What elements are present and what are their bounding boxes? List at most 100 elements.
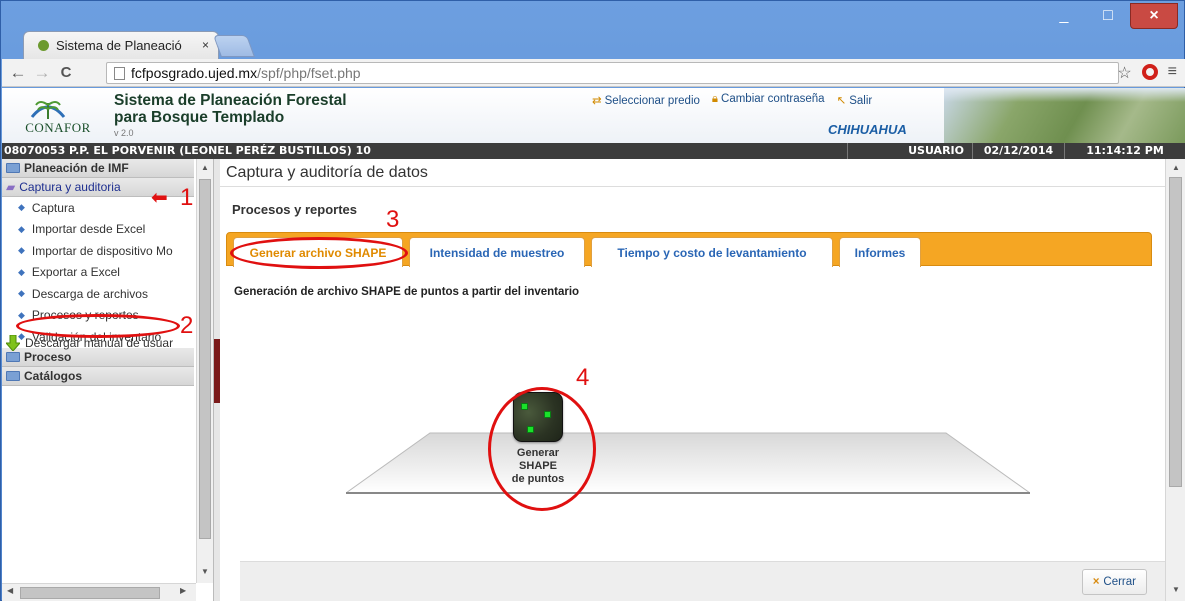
folder-icon (6, 370, 20, 381)
user-label: USUARIO (847, 143, 972, 159)
maximize-button[interactable]: □ (1086, 3, 1130, 29)
tree-logo-icon (30, 101, 66, 119)
sidebar-item-importar-excel[interactable]: ◆ Importar desde Excel (2, 219, 194, 241)
conafor-logo: CONAFOR (10, 93, 106, 139)
icon-stage-platform (346, 432, 1030, 494)
annotation-ring-tab (230, 237, 408, 269)
select-predio-label: Seleccionar predio (604, 95, 700, 107)
url-path: /spf/php/fset.php (257, 65, 361, 81)
scroll-up-icon[interactable]: ▲ (201, 163, 209, 172)
time-label: 11:14:12 PM (1064, 143, 1185, 159)
dialog-footer: × Cerrar (240, 561, 1165, 601)
sidebar-item-label: Importar desde Excel (31, 222, 146, 237)
logout-label: Salir (849, 95, 873, 107)
new-tab-button[interactable] (212, 35, 256, 57)
sidebar-item-label: Descarga de archivos (31, 286, 148, 301)
annotation-ring-procesos (16, 314, 180, 338)
annotation-number-1: 1 (180, 184, 194, 211)
exit-icon: ↖ (836, 95, 847, 107)
annotation-number-2: 2 (180, 312, 194, 339)
title-bar: Sistema de Planeació × _ □ × (1, 1, 1184, 59)
window-controls: _ □ × (1042, 3, 1178, 29)
bullet-icon: ◆ (18, 202, 25, 213)
logout-link[interactable]: ↖ Salir (837, 93, 873, 107)
browser-toolbar: ← → C fcfposgrado.ujed.mx /spf/php/fset.… (2, 59, 1185, 87)
sidebar-item-label: Importar de dispositivo Mo (31, 243, 173, 258)
sidebar-group-label: Proceso (24, 349, 72, 364)
download-arrow-icon (6, 335, 20, 351)
scroll-down-icon[interactable]: ▼ (201, 567, 209, 576)
bullet-icon: ◆ (18, 223, 25, 234)
scroll-right-icon[interactable]: ▶ (180, 586, 186, 595)
tab-intensidad-muestreo[interactable]: Intensidad de muestreo (409, 237, 585, 267)
sidebar-item-label: Exportar a Excel (31, 265, 120, 280)
window-close-button[interactable]: × (1130, 3, 1178, 29)
download-manual-label: Descargar manual de usuar (25, 336, 174, 350)
state-label: CHIHUAHUA (828, 122, 907, 137)
close-x-icon: × (1092, 576, 1100, 588)
close-button-label: Cerrar (1103, 576, 1136, 588)
title-divider (220, 186, 1165, 187)
tab-title: Sistema de Planeació (56, 38, 182, 53)
section-title: Procesos y reportes (232, 202, 358, 217)
scrollbar-thumb[interactable] (20, 587, 160, 599)
scrollbar-thumb[interactable] (1169, 177, 1182, 487)
sidebar-group-planeacion[interactable]: Planeación de IMF (2, 159, 194, 178)
sidebar-vertical-scrollbar[interactable]: ▲ ▼ (196, 159, 213, 583)
opera-extension-icon[interactable] (1141, 64, 1158, 80)
sidebar-group-label: Catálogos (24, 368, 83, 383)
change-password-link[interactable]: 🔒︎ Cambiar contraseña (712, 93, 825, 107)
date-label: 02/12/2014 (972, 143, 1064, 159)
folder-icon (6, 351, 20, 362)
bullet-icon: ◆ (18, 288, 25, 299)
main-vertical-scrollbar[interactable]: ▲ ▼ (1165, 159, 1185, 601)
toolbar-right: ☆ ≡ (1117, 63, 1177, 83)
annotation-number-3: 3 (386, 206, 400, 233)
menu-icon[interactable]: ≡ (1168, 63, 1177, 83)
close-button[interactable]: × Cerrar (1081, 569, 1147, 595)
system-title-line1: Sistema de Planeación Forestal (114, 92, 347, 109)
bullet-icon: ◆ (18, 245, 25, 256)
sidebar: Planeación de IMF ▰ Captura y auditoria … (2, 159, 214, 601)
predio-label: 08070053 P.P. EL PORVENIR (LEONEL PERÉZ … (4, 144, 371, 157)
page-icon (114, 67, 125, 80)
sidebar-group-catalogos[interactable]: Catálogos (2, 366, 194, 386)
scroll-up-icon[interactable]: ▲ (1172, 163, 1180, 172)
sidebar-item-label: Captura (31, 200, 75, 215)
bookmark-star-icon[interactable]: ☆ (1117, 63, 1131, 83)
lock-icon: 🔒︎ (711, 93, 719, 105)
sidebar-item-exportar-excel[interactable]: ◆ Exportar a Excel (2, 262, 194, 284)
minimize-button[interactable]: _ (1042, 3, 1086, 29)
banner-sky (944, 88, 1185, 102)
back-arrow-icon[interactable]: ← (6, 63, 30, 83)
tab-tiempo-costo[interactable]: Tiempo y costo de levantamiento (591, 237, 833, 267)
tab-description: Generación de archivo SHAPE de puntos a … (234, 286, 580, 298)
forward-arrow-icon[interactable]: → (30, 63, 54, 83)
main-panel: Captura y auditoría de datos Procesos y … (220, 159, 1185, 601)
version-label: v 2.0 (114, 128, 134, 138)
tab-informes[interactable]: Informes (839, 237, 921, 267)
swap-icon: ⇄ (592, 95, 602, 107)
app-header: CONAFOR Sistema de Planeación Forestal p… (2, 88, 1185, 143)
open-folder-icon: ▰ (6, 180, 16, 194)
system-title: Sistema de Planeación Forestal para Bosq… (114, 92, 347, 126)
system-title-line2: para Bosque Templado (114, 109, 285, 126)
logo-text: CONAFOR (25, 120, 91, 135)
bullet-icon: ◆ (18, 309, 25, 320)
scrollbar-thumb[interactable] (199, 179, 211, 539)
browser-tab[interactable]: Sistema de Planeació × (23, 31, 219, 59)
sidebar-item-importar-dispositivo[interactable]: ◆ Importar de dispositivo Mo (2, 240, 194, 262)
tab-close-icon[interactable]: × (202, 38, 209, 52)
sidebar-horizontal-scrollbar[interactable]: ◀ ▶ (2, 583, 196, 601)
address-bar[interactable]: fcfposgrado.ujed.mx /spf/php/fset.php (106, 62, 1119, 84)
change-password-label: Cambiar contraseña (721, 93, 825, 105)
scroll-left-icon[interactable]: ◀ (7, 586, 13, 595)
folder-icon (6, 163, 20, 173)
scroll-down-icon[interactable]: ▼ (1172, 585, 1180, 594)
reload-icon[interactable]: C (54, 64, 78, 81)
leaf-favicon-icon (38, 40, 49, 51)
sidebar-item-descarga[interactable]: ◆ Descarga de archivos (2, 283, 194, 305)
browser-window: Sistema de Planeació × _ □ × ← → C fcfpo… (0, 0, 1185, 601)
bullet-icon: ◆ (18, 266, 25, 277)
select-predio-link[interactable]: ⇄ Seleccionar predio (592, 93, 700, 107)
